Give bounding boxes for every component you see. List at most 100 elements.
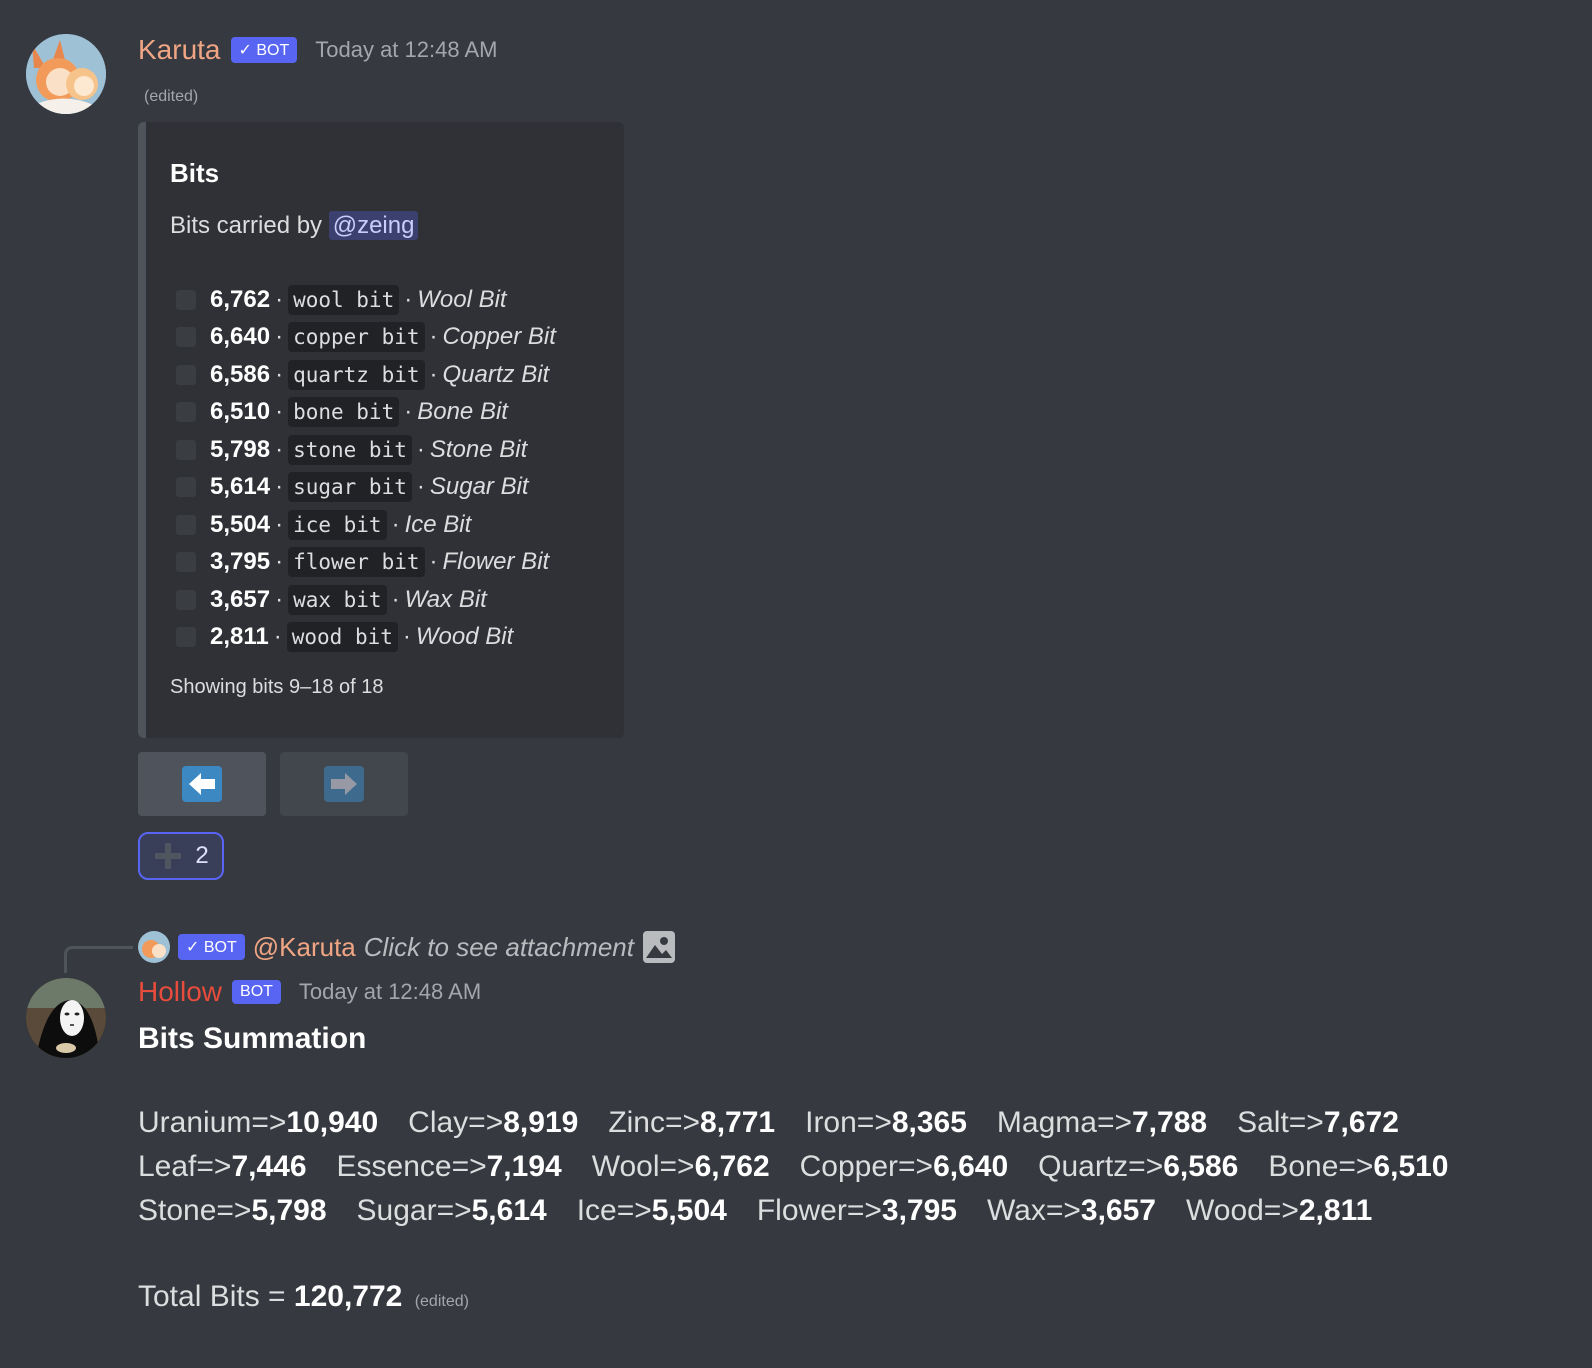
summation-item: Magma=>7,788 — [997, 1106, 1207, 1139]
separator: · — [416, 473, 425, 500]
karuta-avatar-image — [26, 34, 106, 114]
bit-row: 6,640 · copper bit · Copper Bit — [176, 319, 556, 355]
bit-count: 3,795 — [210, 548, 271, 575]
summation-item: Clay=>8,919 — [408, 1106, 578, 1139]
bit-row: 3,795 · flower bit · Flower Bit — [176, 544, 549, 580]
material-value: 7,446 — [231, 1150, 307, 1183]
separator: · — [275, 511, 284, 538]
bit-name: Wood Bit — [415, 623, 514, 650]
hollow-header: Hollow BOT Today at 12:48 AM — [138, 976, 481, 1008]
separator: · — [416, 436, 425, 463]
material-value: 3,657 — [1080, 1194, 1156, 1227]
total-value: 120,772 — [293, 1280, 403, 1313]
material-label: Stone=> — [138, 1194, 252, 1227]
total-bits-line: Total Bits = 120,772 (edited) — [138, 1280, 469, 1314]
separator: · — [275, 323, 284, 350]
material-value: 6,510 — [1373, 1150, 1449, 1183]
user-mention[interactable]: @zeing — [328, 211, 419, 240]
summation-item: Salt=>7,672 — [1237, 1106, 1399, 1139]
hollow-avatar[interactable] — [26, 978, 106, 1058]
reaction-plus[interactable]: 2 — [138, 832, 224, 880]
reply-text[interactable]: Click to see attachment — [364, 932, 634, 963]
reply-connector — [64, 946, 133, 973]
summation-row: Stone=>5,798 Sugar=>5,614 Ice=>5,504 Flower… — [138, 1194, 1402, 1228]
summation-item: Quartz=>6,586 — [1038, 1150, 1238, 1183]
reaction-count: 2 — [195, 842, 209, 869]
bit-count: 3,657 — [210, 586, 271, 613]
total-label: Total Bits = — [138, 1280, 294, 1313]
bit-name: Wool Bit — [417, 286, 507, 313]
bit-count: 5,504 — [210, 511, 271, 538]
material-label: Wax=> — [986, 1194, 1081, 1227]
bit-name: Wax Bit — [404, 586, 487, 613]
embed-description: Bits carried by @zeing — [170, 211, 419, 240]
material-value: 7,788 — [1132, 1106, 1208, 1139]
material-label: Zinc=> — [608, 1106, 701, 1139]
bit-row: 6,510 · bone bit · Bone Bit — [176, 394, 508, 430]
bit-row: 2,811 · wood bit · Wood Bit — [176, 619, 513, 655]
material-label: Bone=> — [1268, 1150, 1374, 1183]
material-label: Magma=> — [996, 1106, 1132, 1139]
summation-title: Bits Summation — [138, 1022, 367, 1055]
bit-count: 6,510 — [210, 398, 271, 425]
material-value: 6,762 — [694, 1150, 770, 1183]
bit-name: Sugar Bit — [429, 473, 529, 500]
material-label: Sugar=> — [356, 1194, 472, 1227]
bit-row: 3,657 · wax bit · Wax Bit — [176, 582, 487, 618]
summation-item: Wax=>3,657 — [987, 1194, 1156, 1227]
bit-emoji-icon — [176, 627, 196, 647]
bit-code: stone bit — [288, 435, 412, 465]
bot-tag: ✓ BOT — [230, 37, 298, 63]
plus-icon — [155, 843, 182, 869]
next-page-button[interactable] — [280, 752, 408, 816]
bit-name: Flower Bit — [442, 548, 550, 575]
reply-reference[interactable]: ✓ BOT @Karuta Click to see attachment — [138, 930, 676, 964]
material-value: 6,640 — [933, 1150, 1009, 1183]
bit-count: 6,586 — [210, 361, 271, 388]
reply-mention[interactable]: @Karuta — [253, 932, 356, 963]
material-value: 5,798 — [251, 1194, 327, 1227]
summation-item: Sugar=>5,614 — [357, 1194, 547, 1227]
left-arrow-icon — [182, 766, 222, 802]
summation-item: Flower=>3,795 — [757, 1194, 957, 1227]
summation-item: Leaf=>7,446 — [138, 1150, 307, 1183]
summation-row: Uranium=>10,940 Clay=>8,919 Zinc=>8,771 Iro… — [138, 1106, 1429, 1140]
material-value: 7,672 — [1323, 1106, 1399, 1139]
summation-item: Zinc=>8,771 — [608, 1106, 775, 1139]
karuta-username[interactable]: Karuta — [138, 34, 221, 66]
bit-row: 5,798 · stone bit · Stone Bit — [176, 432, 527, 468]
summation-item: Ice=>5,504 — [577, 1194, 727, 1227]
material-label: Wool=> — [591, 1150, 695, 1183]
bit-count: 6,640 — [210, 323, 271, 350]
separator: · — [404, 286, 413, 313]
bit-code: sugar bit — [288, 472, 412, 502]
separator: · — [429, 548, 438, 575]
bit-emoji-icon — [176, 440, 196, 460]
summation-item: Wood=>2,811 — [1186, 1194, 1372, 1227]
reply-bot-tag: ✓ BOT — [178, 934, 245, 960]
separator: · — [402, 623, 411, 650]
summation-item: Iron=>8,365 — [805, 1106, 967, 1139]
separator: · — [391, 511, 400, 538]
bit-name: Copper Bit — [442, 323, 556, 350]
separator: · — [429, 361, 438, 388]
bit-count: 5,614 — [210, 473, 271, 500]
summation-row: Leaf=>7,446 Essence=>7,194 Wool=>6,762 Copp… — [138, 1150, 1479, 1184]
hollow-username[interactable]: Hollow — [138, 976, 222, 1008]
bit-name: Quartz Bit — [442, 361, 550, 388]
bit-code: ice bit — [288, 510, 387, 540]
bit-row: 5,504 · ice bit · Ice Bit — [176, 507, 471, 543]
material-label: Wood=> — [1185, 1194, 1299, 1227]
material-label: Leaf=> — [138, 1150, 232, 1183]
previous-page-button[interactable] — [138, 752, 266, 816]
material-value: 6,586 — [1163, 1150, 1239, 1183]
separator: · — [275, 361, 284, 388]
karuta-avatar[interactable] — [26, 34, 106, 114]
bit-row: 6,586 · quartz bit · Quartz Bit — [176, 357, 549, 393]
separator: · — [404, 398, 413, 425]
karuta-mini-avatar — [138, 931, 170, 963]
separator: · — [429, 323, 438, 350]
bit-count: 6,762 — [210, 286, 271, 313]
material-label: Uranium=> — [138, 1106, 287, 1139]
bit-count: 5,798 — [210, 436, 271, 463]
